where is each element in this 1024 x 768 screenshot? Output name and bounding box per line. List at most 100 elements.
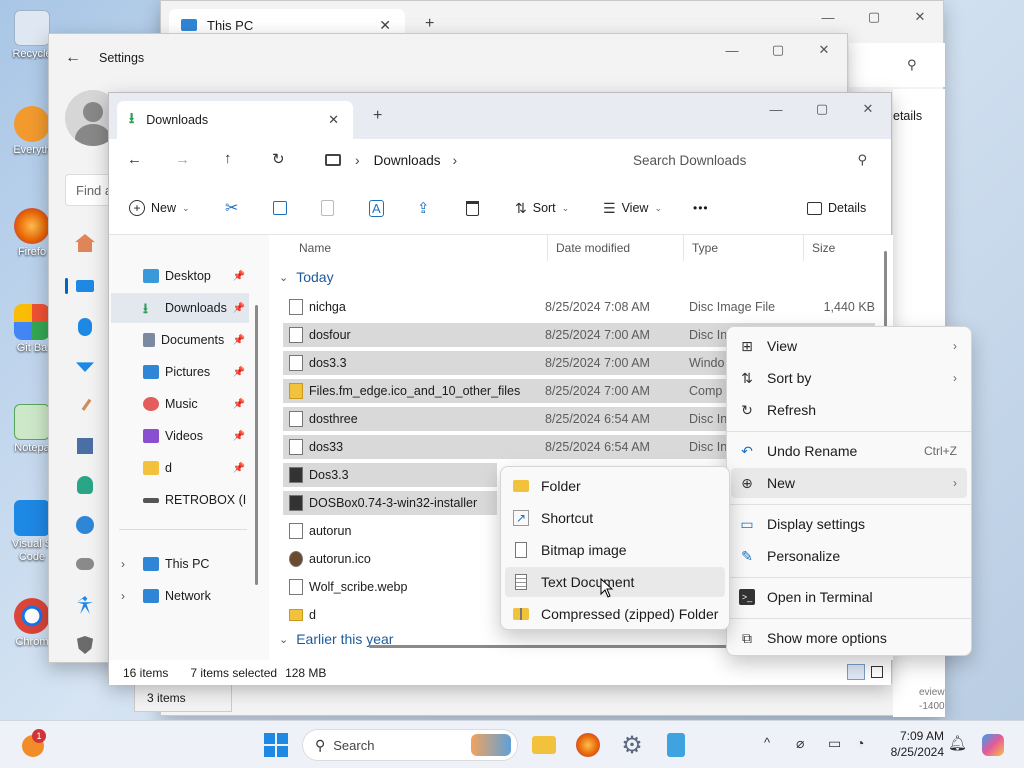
- maximize-icon[interactable]: ▢: [799, 93, 845, 125]
- pin-icon[interactable]: 📌: [233, 303, 245, 314]
- chevron-up-icon[interactable]: ^: [764, 735, 770, 750]
- pin-icon[interactable]: 📌: [233, 463, 245, 474]
- submenu-item-shortcut[interactable]: ↗ Shortcut: [505, 503, 725, 533]
- pin-icon[interactable]: 📌: [233, 367, 245, 378]
- table-row[interactable]: Dos3.3: [283, 463, 497, 487]
- submenu-item-compressed-folder[interactable]: Compressed (zipped) Folder: [505, 599, 725, 629]
- sort-button[interactable]: ⇅ Sort ⌄: [515, 181, 569, 235]
- sidebar-item-network[interactable]: › Network: [111, 581, 249, 611]
- more-options-button[interactable]: •••: [693, 181, 709, 235]
- minimize-icon[interactable]: —: [805, 1, 851, 33]
- submenu-item-folder[interactable]: Folder: [505, 471, 725, 501]
- gaming-icon[interactable]: [76, 558, 94, 570]
- search-input[interactable]: Search Downloads: [633, 153, 746, 168]
- delete-button[interactable]: [466, 181, 479, 235]
- taskbar-settings[interactable]: ⚙: [616, 729, 648, 761]
- close-icon[interactable]: ✕: [801, 34, 847, 66]
- sidebar-item-pictures[interactable]: Pictures 📌: [111, 357, 249, 387]
- breadcrumb-chevron-icon[interactable]: ›: [452, 152, 457, 168]
- new-tab-icon[interactable]: +: [425, 15, 434, 33]
- time-icon[interactable]: [76, 516, 94, 534]
- privacy-shield-icon[interactable]: [77, 636, 93, 654]
- expand-chevron-icon[interactable]: ›: [121, 557, 125, 571]
- content-scrollbar[interactable]: [884, 251, 887, 331]
- network-off-icon[interactable]: ⌀: [796, 735, 804, 752]
- clock[interactable]: 7:09 AM 8/25/2024: [882, 728, 944, 760]
- table-row[interactable]: autorun: [283, 519, 497, 543]
- close-tab-icon[interactable]: ✕: [379, 17, 391, 34]
- menu-item-display-settings[interactable]: ▭ Display settings: [731, 509, 967, 539]
- copy-button[interactable]: [273, 181, 287, 235]
- accounts-icon[interactable]: [77, 476, 93, 494]
- view-button[interactable]: ☰ View ⌄: [603, 181, 662, 235]
- breadcrumb-downloads[interactable]: Downloads: [374, 153, 441, 168]
- sidebar-item-documents[interactable]: Documents 📌: [111, 325, 249, 355]
- close-icon[interactable]: ✕: [897, 1, 943, 33]
- taskbar-file-explorer[interactable]: [528, 729, 560, 761]
- taskbar-notepad[interactable]: [660, 729, 692, 761]
- address-bar[interactable]: › Downloads ›: [313, 143, 609, 177]
- maximize-icon[interactable]: ▢: [851, 1, 897, 33]
- pin-icon[interactable]: 📌: [233, 431, 245, 442]
- back-details-button[interactable]: etails: [893, 89, 945, 143]
- brush-icon[interactable]: [73, 395, 96, 419]
- table-row[interactable]: d: [283, 603, 497, 627]
- sidebar-item-downloads[interactable]: ⭳ Downloads 📌: [111, 293, 249, 323]
- pin-icon[interactable]: 📌: [233, 271, 245, 282]
- group-header-today[interactable]: ⌄ Today: [279, 265, 334, 289]
- submenu-item-bitmap-image[interactable]: Bitmap image: [505, 535, 725, 565]
- minimize-icon[interactable]: —: [709, 34, 755, 66]
- menu-item-sort-by[interactable]: ⇅ Sort by ›: [731, 363, 967, 393]
- sidebar-item-music[interactable]: Music 📌: [111, 389, 249, 419]
- volume-icon[interactable]: ◔: [856, 735, 864, 751]
- table-row[interactable]: DOSBox0.74-3-win32-installer: [283, 491, 497, 515]
- start-button[interactable]: [260, 729, 292, 761]
- submenu-item-text-document[interactable]: Text Document: [505, 567, 725, 597]
- table-row[interactable]: nichga 8/25/2024 7:08 AM Disc Image File…: [283, 295, 875, 319]
- close-tab-icon[interactable]: ✕: [328, 112, 339, 128]
- menu-item-new[interactable]: ⊕ New ›: [731, 468, 967, 498]
- share-button[interactable]: ⇪: [417, 181, 430, 235]
- apps-icon[interactable]: [77, 438, 93, 454]
- minimize-icon[interactable]: —: [753, 93, 799, 125]
- sidebar-item-desktop[interactable]: Desktop 📌: [111, 261, 249, 291]
- accessibility-icon[interactable]: [77, 596, 93, 614]
- menu-item-refresh[interactable]: ↻ Refresh: [731, 395, 967, 425]
- bluetooth-icon[interactable]: [78, 318, 92, 336]
- search-box[interactable]: Search Downloads ⚲: [617, 143, 881, 177]
- wifi-icon[interactable]: [76, 362, 94, 372]
- display-icon[interactable]: ▭: [828, 735, 841, 752]
- new-tab-icon[interactable]: +: [373, 107, 382, 125]
- menu-item-view[interactable]: ⊞ View ›: [731, 331, 967, 361]
- paste-button[interactable]: [321, 181, 334, 235]
- column-name[interactable]: Name: [299, 235, 331, 261]
- refresh-icon[interactable]: ↻: [272, 150, 285, 168]
- horizontal-scrollbar[interactable]: [369, 645, 741, 648]
- menu-item-personalize[interactable]: ✎ Personalize: [731, 541, 967, 571]
- new-button[interactable]: + New ⌄: [129, 181, 190, 235]
- sidebar-scrollbar[interactable]: [255, 305, 258, 585]
- pin-icon[interactable]: 📌: [233, 335, 245, 346]
- forward-arrow-icon[interactable]: →: [175, 151, 190, 168]
- copilot-icon[interactable]: [982, 734, 1004, 756]
- details-view-icon[interactable]: [847, 664, 865, 680]
- expand-chevron-icon[interactable]: ›: [121, 589, 125, 603]
- menu-item-open-in-terminal[interactable]: >_ Open in Terminal: [731, 582, 967, 612]
- taskbar-firefox[interactable]: [572, 729, 604, 761]
- column-type[interactable]: Type: [683, 235, 718, 261]
- home-icon[interactable]: [75, 234, 95, 252]
- up-arrow-icon[interactable]: ↑: [224, 150, 232, 167]
- monitor-icon[interactable]: [76, 280, 94, 292]
- column-date-modified[interactable]: Date modified: [547, 235, 630, 261]
- table-row[interactable]: Wolf_scribe.webp: [283, 575, 497, 599]
- column-size[interactable]: Size: [803, 235, 835, 261]
- sidebar-item-retrobox[interactable]: RETROBOX (I: [111, 485, 249, 515]
- sidebar-item-d[interactable]: d 📌: [111, 453, 249, 483]
- tiles-view-icon[interactable]: [871, 666, 883, 678]
- sidebar-item-this-pc[interactable]: › This PC: [111, 549, 249, 579]
- maximize-icon[interactable]: ▢: [755, 34, 801, 66]
- widgets-button[interactable]: 1: [20, 729, 48, 757]
- back-arrow-icon[interactable]: ←: [127, 151, 142, 168]
- tab-downloads[interactable]: ⭳ Downloads ✕: [117, 101, 353, 139]
- menu-item-show-more-options[interactable]: ⧉ Show more options: [731, 623, 967, 653]
